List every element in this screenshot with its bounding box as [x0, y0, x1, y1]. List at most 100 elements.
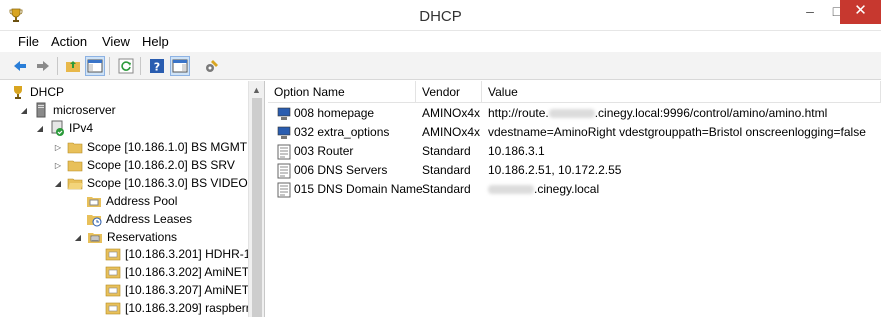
- reservation-icon: [105, 266, 121, 279]
- properties-icon: [206, 60, 218, 72]
- tree-item-address-leases[interactable]: Address Leases: [86, 210, 192, 228]
- folder-icon: [67, 160, 83, 172]
- option-vendor: AMINOx4x: [422, 106, 481, 120]
- toolbar-separator: [57, 57, 58, 75]
- column-header-value[interactable]: Value: [482, 81, 881, 103]
- option-value-text: .cinegy.local: [534, 182, 600, 196]
- tree-item-reservation[interactable]: [10.186.3.209] raspberry: [105, 299, 256, 317]
- tree-item-scope[interactable]: ▷ Scope [10.186.1.0] BS MGMT: [52, 138, 247, 156]
- close-button[interactable]: ✕: [840, 0, 881, 24]
- scrollbar-thumb[interactable]: [252, 98, 262, 317]
- option-row[interactable]: 008 homepage AMINOx4x http://route. .cine…: [268, 104, 881, 123]
- address-pool-icon: [87, 197, 101, 207]
- list-option-icon: [277, 144, 291, 160]
- help-icon: ?: [150, 59, 164, 74]
- tree-item-label: microserver: [53, 103, 116, 117]
- toolbar: ?: [0, 52, 881, 80]
- tree-item-microserver[interactable]: ◢ microserver: [18, 101, 116, 119]
- option-name: 032 extra_options: [294, 125, 390, 139]
- column-header-vendor[interactable]: Vendor: [416, 81, 482, 103]
- option-value: vdestname=AminoRight vdestgrouppath=Bris…: [488, 125, 866, 139]
- help-button[interactable]: ?: [147, 56, 167, 76]
- console-tree-icon: [87, 59, 103, 73]
- tree-item-address-pool[interactable]: Address Pool: [86, 192, 177, 210]
- tree-item-ipv4[interactable]: ◢ IPv4: [34, 119, 93, 137]
- menu-action[interactable]: Action: [51, 34, 87, 49]
- redacted-text: [488, 185, 534, 195]
- option-value: 10.186.3.1: [488, 144, 545, 158]
- menu-file[interactable]: File: [18, 34, 39, 49]
- expand-triangle-icon[interactable]: ▷: [52, 161, 64, 170]
- column-header-option-name[interactable]: Option Name: [268, 81, 416, 103]
- action-pane-icon: [172, 59, 188, 73]
- toolbar-separator: [140, 57, 141, 75]
- ipv4-icon: [51, 120, 64, 136]
- tree-item-label: Scope [10.186.3.0] BS VIDEO: [87, 176, 248, 190]
- reservation-icon: [105, 302, 121, 315]
- up-one-level-button[interactable]: [63, 56, 83, 76]
- collapse-triangle-icon[interactable]: ◢: [18, 106, 30, 115]
- show-hide-console-tree-button[interactable]: [85, 56, 105, 76]
- option-name: 008 homepage: [294, 106, 375, 120]
- option-value: 10.186.2.51, 10.172.2.55: [488, 163, 622, 177]
- tree-item-label: [10.186.3.201] HDHR-12: [125, 247, 258, 261]
- show-hide-action-pane-button[interactable]: [170, 56, 190, 76]
- scroll-up-arrow-icon[interactable]: ▲: [252, 85, 261, 95]
- tree-item-reservation[interactable]: [10.186.3.201] HDHR-12: [105, 245, 257, 263]
- folder-open-icon: [67, 178, 83, 190]
- tree-item-label: Reservations: [107, 230, 178, 244]
- option-vendor: Standard: [422, 182, 471, 196]
- tree-item-label: Address Pool: [106, 194, 178, 208]
- list-option-icon: [277, 182, 291, 198]
- reservations-icon: [88, 233, 102, 243]
- option-value-text: http://route.: [488, 106, 549, 120]
- tree-item-scope[interactable]: ▷ Scope [10.186.2.0] BS SRV: [52, 156, 235, 174]
- tree-item-label: [10.186.3.202] AmiNET.: [125, 265, 252, 279]
- expand-triangle-icon[interactable]: ▷: [52, 143, 64, 152]
- minimize-button[interactable]: –: [796, 0, 824, 24]
- tree-item-scope[interactable]: ◢ Scope [10.186.3.0] BS VIDEO: [52, 174, 248, 192]
- refresh-icon: [118, 58, 134, 74]
- tree-item-label: Scope [10.186.1.0] BS MGMT: [87, 140, 248, 154]
- option-row[interactable]: 032 extra_options AMINOx4x vdestname=Ami…: [268, 123, 881, 142]
- window-title: DHCP: [419, 8, 462, 25]
- console-tree: DHCP ◢ microserver ◢ IPv4 ▷ Scope [10.18…: [0, 81, 265, 317]
- tree-scrollbar[interactable]: ▲: [248, 81, 264, 317]
- option-row[interactable]: 015 DNS Domain Name Standard .cinegy.loc…: [268, 180, 881, 199]
- tree-item-label: Scope [10.186.2.0] BS SRV: [87, 158, 235, 172]
- option-row[interactable]: 003 Router Standard 10.186.3.1: [268, 142, 881, 161]
- option-row[interactable]: 006 DNS Servers Standard 10.186.2.51, 10…: [268, 161, 881, 180]
- tree-item-label: IPv4: [69, 121, 94, 135]
- back-button[interactable]: [10, 56, 30, 76]
- collapse-triangle-icon[interactable]: ◢: [72, 233, 84, 242]
- option-vendor: AMINOx4x: [422, 125, 481, 139]
- up-folder-icon: [66, 61, 80, 72]
- collapse-triangle-icon[interactable]: ◢: [34, 124, 46, 133]
- menu-view[interactable]: View: [102, 34, 130, 49]
- properties-button[interactable]: [202, 56, 222, 76]
- collapse-triangle-icon[interactable]: ◢: [52, 179, 64, 188]
- forward-button[interactable]: [33, 56, 53, 76]
- refresh-button[interactable]: [116, 56, 136, 76]
- options-list: Option Name Vendor Value 008 homepage AM…: [268, 81, 881, 317]
- option-vendor: Standard: [422, 163, 471, 177]
- tree-item-label: Address Leases: [106, 212, 193, 226]
- computer-option-icon: [277, 126, 291, 139]
- server-icon: [36, 102, 46, 118]
- tree-item-reservation[interactable]: [10.186.3.202] AmiNET.: [105, 263, 251, 281]
- tree-item-reservation[interactable]: [10.186.3.207] AmiNET.: [105, 281, 251, 299]
- menu-help[interactable]: Help: [142, 34, 169, 49]
- option-name: 003 Router: [294, 144, 354, 158]
- option-name: 006 DNS Servers: [294, 163, 388, 177]
- toolbar-separator: [109, 57, 110, 75]
- svg-text:?: ?: [154, 61, 160, 74]
- list-option-icon: [277, 163, 291, 179]
- redacted-text: [548, 109, 595, 119]
- option-value: http://route. .cinegy.local:9996/control/…: [488, 106, 827, 120]
- tree-item-label: [10.186.3.207] AmiNET.: [125, 283, 252, 297]
- tree-item-dhcp[interactable]: DHCP: [10, 83, 64, 101]
- tree-item-reservations[interactable]: ◢ Reservations: [72, 228, 177, 246]
- computer-option-icon: [277, 107, 291, 120]
- tree-item-label: DHCP: [30, 85, 65, 99]
- option-name: 015 DNS Domain Name: [294, 182, 423, 196]
